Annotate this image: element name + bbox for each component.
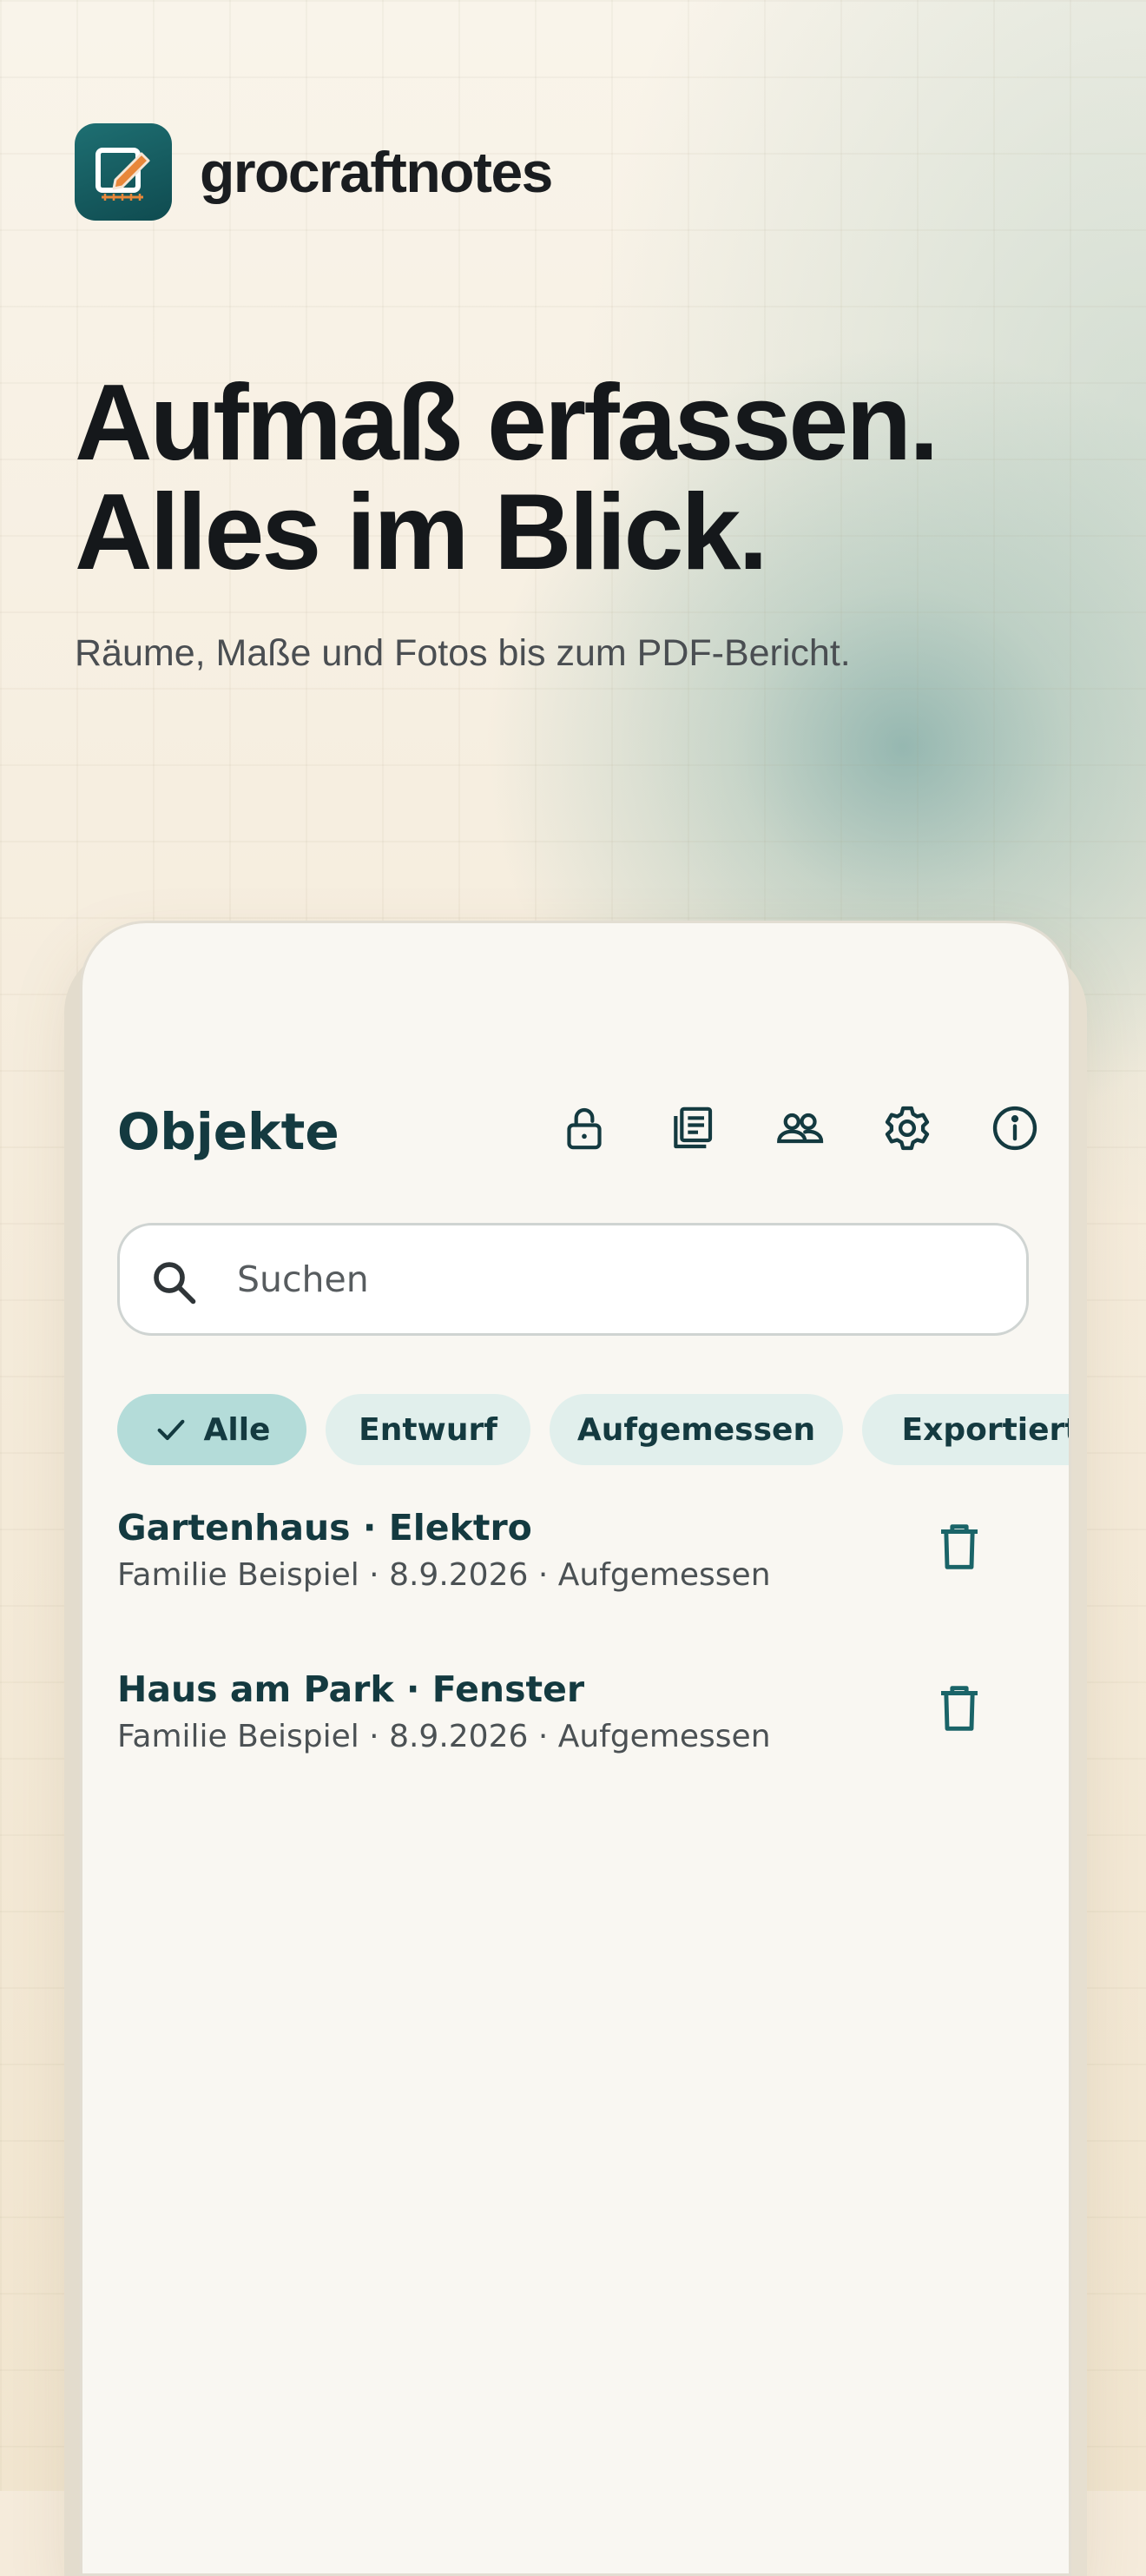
info-icon bbox=[992, 1106, 1037, 1151]
filter-chip-label: Exportiert bbox=[901, 1411, 1071, 1448]
note-edit-icon bbox=[75, 123, 172, 221]
filter-chip-label: Aufgemessen bbox=[576, 1411, 816, 1448]
filter-chip-alle[interactable]: Alle bbox=[117, 1394, 306, 1465]
trash-icon bbox=[941, 1524, 978, 1569]
settings-gear-icon bbox=[885, 1106, 930, 1151]
headline-line-2: Alles im Blick. bbox=[75, 472, 768, 592]
list-document-icon bbox=[674, 1106, 713, 1149]
list-item-title: Haus am Park · Fenster bbox=[117, 1668, 585, 1710]
delete-button[interactable] bbox=[932, 1519, 987, 1575]
brand-name: grocraftnotes bbox=[200, 140, 553, 204]
settings-button[interactable] bbox=[873, 1093, 942, 1163]
filter-chip-aufgemessen[interactable]: Aufgemessen bbox=[550, 1394, 843, 1465]
page-title: Objekte bbox=[117, 1102, 339, 1161]
people-icon bbox=[777, 1113, 824, 1144]
hero-headline: Aufmaß erfassen. Alles im Blick. bbox=[75, 363, 939, 592]
brand: grocraftnotes bbox=[75, 123, 553, 221]
search-input[interactable]: Suchen bbox=[117, 1223, 1029, 1336]
delete-button[interactable] bbox=[932, 1681, 987, 1736]
info-button[interactable] bbox=[980, 1093, 1050, 1163]
filter-chip-label: Entwurf bbox=[359, 1411, 497, 1448]
search-icon bbox=[154, 1262, 196, 1305]
list-item[interactable]: Gartenhaus · Elektro Familie Beispiel · … bbox=[82, 1507, 1069, 1668]
filter-chip-label: Alle bbox=[203, 1411, 271, 1448]
hero-subtitle: Räume, Maße und Fotos bis zum PDF-Berich… bbox=[75, 632, 851, 674]
check-icon bbox=[157, 1419, 184, 1441]
phone-mockup: Objekte Suchen Alle Entwurf Aufgemessen … bbox=[80, 921, 1071, 2576]
trash-icon bbox=[941, 1686, 978, 1731]
list-item-subtitle: Familie Beispiel · 8.9.2026 · Aufgemesse… bbox=[117, 1557, 771, 1593]
headline-line-1: Aufmaß erfassen. bbox=[75, 363, 939, 483]
documents-button[interactable] bbox=[657, 1093, 727, 1163]
lock-open-button[interactable] bbox=[550, 1093, 619, 1163]
list-item-subtitle: Familie Beispiel · 8.9.2026 · Aufgemesse… bbox=[117, 1719, 771, 1754]
filter-chip-exportiert[interactable]: Exportiert bbox=[862, 1394, 1071, 1465]
search-placeholder: Suchen bbox=[237, 1258, 369, 1300]
lock-open-icon bbox=[567, 1107, 602, 1150]
list-item-title: Gartenhaus · Elektro bbox=[117, 1507, 532, 1549]
app-bar: Objekte bbox=[82, 1080, 1069, 1175]
list-item[interactable]: Haus am Park · Fenster Familie Beispiel … bbox=[82, 1668, 1069, 1830]
filter-chip-entwurf[interactable]: Entwurf bbox=[326, 1394, 530, 1465]
people-button[interactable] bbox=[765, 1093, 834, 1163]
